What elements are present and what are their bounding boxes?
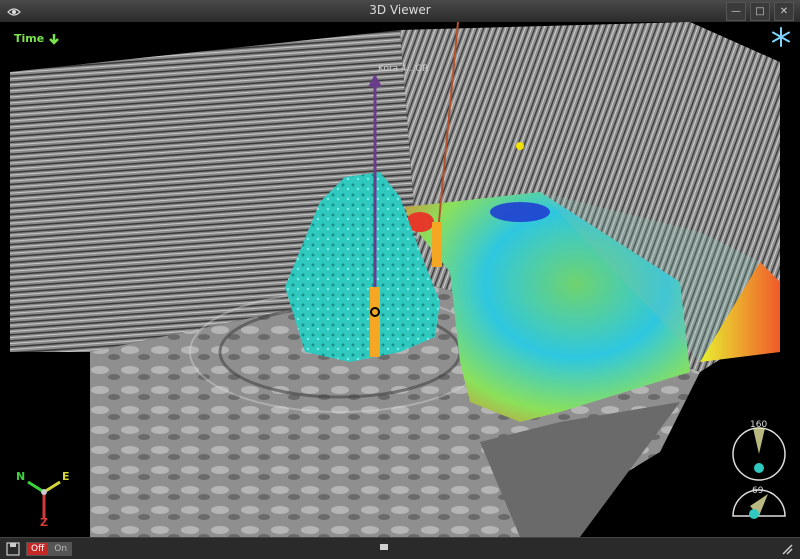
view-angle-dials[interactable]: 160 69 [728,416,790,534]
compass-north-label: N [16,470,26,483]
compass-zenith-label: Z [40,516,48,529]
window-controls: — □ ✕ [726,2,794,21]
close-button[interactable]: ✕ [774,2,794,21]
time-direction-toggle[interactable]: Time [14,32,60,45]
title-bar: 3D Viewer — □ ✕ [0,0,800,22]
seismic-scene[interactable] [0,22,800,537]
time-label: Time [14,32,45,45]
save-icon[interactable] [6,542,20,556]
inclination-value: 69 [752,486,764,496]
compass-east-label: E [62,470,70,483]
status-bar: Off On [0,537,800,559]
resize-grip-icon[interactable] [780,542,794,556]
minimize-button[interactable]: — [726,2,746,21]
snowflake-icon[interactable] [770,26,792,48]
status-indicator [380,544,388,550]
toggle-off[interactable]: Off [26,542,50,556]
window-title: 3D Viewer [369,3,431,17]
off-on-toggle[interactable]: Off On [26,542,73,556]
orientation-compass: N E Z [12,470,72,530]
well-log-gr[interactable] [370,287,380,357]
well-log-secondary[interactable] [432,222,442,267]
scene-light-marker [516,142,524,150]
toggle-on[interactable]: On [49,542,73,556]
maximize-button[interactable]: □ [750,2,770,21]
arrow-down-icon [49,33,60,45]
azimuth-value: 160 [750,420,768,430]
3d-viewport[interactable]: Time Kora 4 . GR N E Z 160 69 [0,22,800,537]
well-label: Kora 4 . GR [378,64,429,74]
viewer-window: 3D Viewer — □ ✕ Time Kora 4 . GR N E Z 1… [0,0,800,559]
